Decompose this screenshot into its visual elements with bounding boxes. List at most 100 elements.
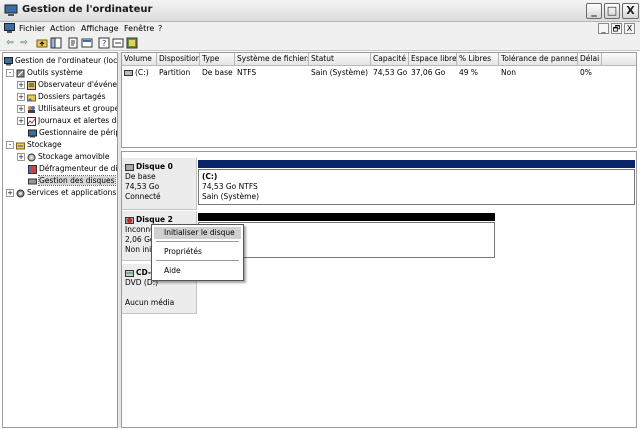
users-icon [28, 105, 35, 113]
mdi-minimize-button[interactable]: _ [598, 23, 609, 34]
cell-fault-tolerance: Non [501, 68, 516, 77]
title-bar: Gestion de l'ordinateur _ □ X [0, 0, 640, 22]
device-manager-icon [28, 129, 37, 137]
minimize-button[interactable]: _ [586, 3, 602, 19]
menu-fenetre[interactable]: Fenêtre [124, 24, 154, 33]
column-header-filler [602, 53, 636, 66]
column-header-capacity[interactable]: Capacité [371, 53, 409, 66]
cdrom-0-status: Aucun média [125, 298, 175, 307]
storage-icon [16, 142, 25, 149]
expand-icon[interactable]: + [6, 189, 14, 197]
column-header-overhead[interactable]: Délai [578, 53, 602, 66]
expand-icon[interactable]: + [17, 93, 25, 101]
tree-item-stockage[interactable]: - Stockage [6, 139, 62, 150]
menu-help[interactable]: ? [158, 24, 162, 33]
performance-log-icon [27, 116, 36, 126]
settings-icon[interactable] [126, 37, 138, 49]
close-button[interactable]: X [622, 3, 639, 19]
cell-type: De base [202, 68, 233, 77]
tree-item-defragmenteur[interactable]: Défragmenteur de disque [28, 163, 117, 174]
column-header-fault-tolerance[interactable]: Tolérance de pannes [499, 53, 578, 66]
partition-c-detail: 74,53 Go NTFS [202, 182, 258, 191]
up-folder-icon[interactable] [36, 37, 48, 49]
system-menu-icon[interactable] [4, 23, 15, 34]
partition-c-status: Sain (Système) [202, 192, 260, 201]
column-header-status[interactable]: Statut [309, 53, 371, 66]
tree-item-utilisateurs[interactable]: +Utilisateurs et groupes locaux [17, 103, 117, 114]
drive-icon [124, 70, 133, 76]
cell-status: Sain (Système) [311, 68, 369, 77]
disk-management-icon [28, 178, 37, 184]
column-header-filesystem[interactable]: Système de fichiers [235, 53, 309, 66]
show-tree-icon[interactable] [50, 37, 62, 49]
disk-0-label[interactable]: Disque 0 De base 74,53 Go Connecté [122, 158, 197, 210]
services-icon [16, 189, 25, 197]
mdi-restore-button[interactable]: 🗗 [611, 23, 622, 34]
maximize-button[interactable]: □ [604, 3, 620, 19]
disk-0-size: 74,53 Go [125, 182, 160, 191]
menu-separator [156, 241, 239, 242]
defragmenter-icon [28, 164, 37, 174]
uninitialized-disk-icon [125, 216, 134, 224]
expand-icon[interactable]: + [17, 117, 25, 125]
tree-root[interactable]: Gestion de l'ordinateur (local) [4, 55, 117, 66]
refresh-icon[interactable] [81, 37, 93, 49]
menu-action[interactable]: Action [50, 24, 75, 33]
properties-icon[interactable] [67, 37, 79, 49]
computer-icon [4, 56, 13, 65]
tree-item-dossiers-partages[interactable]: + Dossiers partagés [17, 91, 106, 102]
tree-item-gestion-disques[interactable]: Gestion des disques [28, 175, 116, 186]
cell-capacity: 74,53 Go [373, 68, 408, 77]
collapse-icon[interactable]: - [6, 69, 14, 77]
cd-rom-icon [125, 269, 134, 277]
event-viewer-icon [27, 80, 36, 90]
tree-item-stockage-amovible[interactable]: + Stockage amovible [17, 151, 109, 162]
disk-0-status: Connecté [125, 192, 161, 201]
mdi-close-button[interactable]: X [624, 23, 635, 34]
shared-folder-icon [27, 94, 36, 101]
expand-icon[interactable]: + [17, 153, 25, 161]
menu-item-properties[interactable]: Propriétés [154, 246, 241, 258]
column-header-disposition[interactable]: Disposition [157, 53, 200, 66]
svg-text:?: ? [102, 39, 106, 48]
cell-overhead: 0% [580, 68, 592, 77]
disk-0-type: De base [125, 172, 156, 181]
toolbar: ⇦ ⇨ ? [0, 36, 640, 51]
menu-fichier[interactable]: Fichier [19, 24, 45, 33]
unallocated-space-bar[interactable] [198, 213, 495, 221]
cell-disposition: Partition [159, 68, 191, 77]
forward-icon[interactable]: ⇨ [18, 37, 30, 49]
partition-c-bar[interactable] [198, 160, 635, 168]
column-header-volume[interactable]: Volume [122, 53, 157, 66]
expand-icon[interactable]: + [17, 105, 25, 113]
menu-item-help[interactable]: Aide [154, 265, 241, 277]
tree-item-gestionnaire-peripheriques[interactable]: Gestionnaire de périphériques [28, 127, 117, 138]
expand-icon[interactable]: + [17, 81, 25, 89]
cell-free-space: 37,06 Go [411, 68, 446, 77]
menu-bar: Fichier Action Affichage Fenêtre ? _ 🗗 X [0, 22, 640, 36]
column-header-free-space[interactable]: Espace libre [409, 53, 457, 66]
export-icon[interactable] [112, 37, 124, 49]
window-title: Gestion de l'ordinateur [22, 4, 153, 15]
tools-icon [16, 69, 25, 77]
tree-item-observateur[interactable]: +Observateur d'événements [17, 79, 117, 90]
computer-management-icon [4, 4, 18, 16]
tree-item-services[interactable]: + Services et applications [6, 187, 116, 198]
column-header-percent-free[interactable]: % Libres [457, 53, 499, 66]
column-header-type[interactable]: Type [200, 53, 235, 66]
partition-c-name: (C:) [202, 172, 218, 181]
tree-item-journaux[interactable]: +Journaux et alertes de performance [17, 115, 117, 126]
disk-graphical-view: Disque 0 De base 74,53 Go Connecté (C:) … [121, 151, 637, 428]
cell-percent-free: 49 % [459, 68, 479, 77]
tree-item-outils-systeme[interactable]: - Outils système [6, 67, 83, 78]
disk-context-menu: Initialiser le disque Propriétés Aide [151, 224, 244, 281]
removable-storage-icon [27, 153, 36, 161]
partition-c[interactable]: (C:) 74,53 Go NTFS Sain (Système) [198, 169, 635, 205]
menu-separator [156, 260, 239, 261]
cell-volume: (C:) [135, 68, 149, 77]
back-icon[interactable]: ⇦ [4, 37, 16, 49]
menu-item-initialize-disk[interactable]: Initialiser le disque [154, 227, 241, 239]
menu-affichage[interactable]: Affichage [81, 24, 119, 33]
collapse-icon[interactable]: - [6, 141, 14, 149]
help-icon[interactable]: ? [98, 37, 110, 49]
